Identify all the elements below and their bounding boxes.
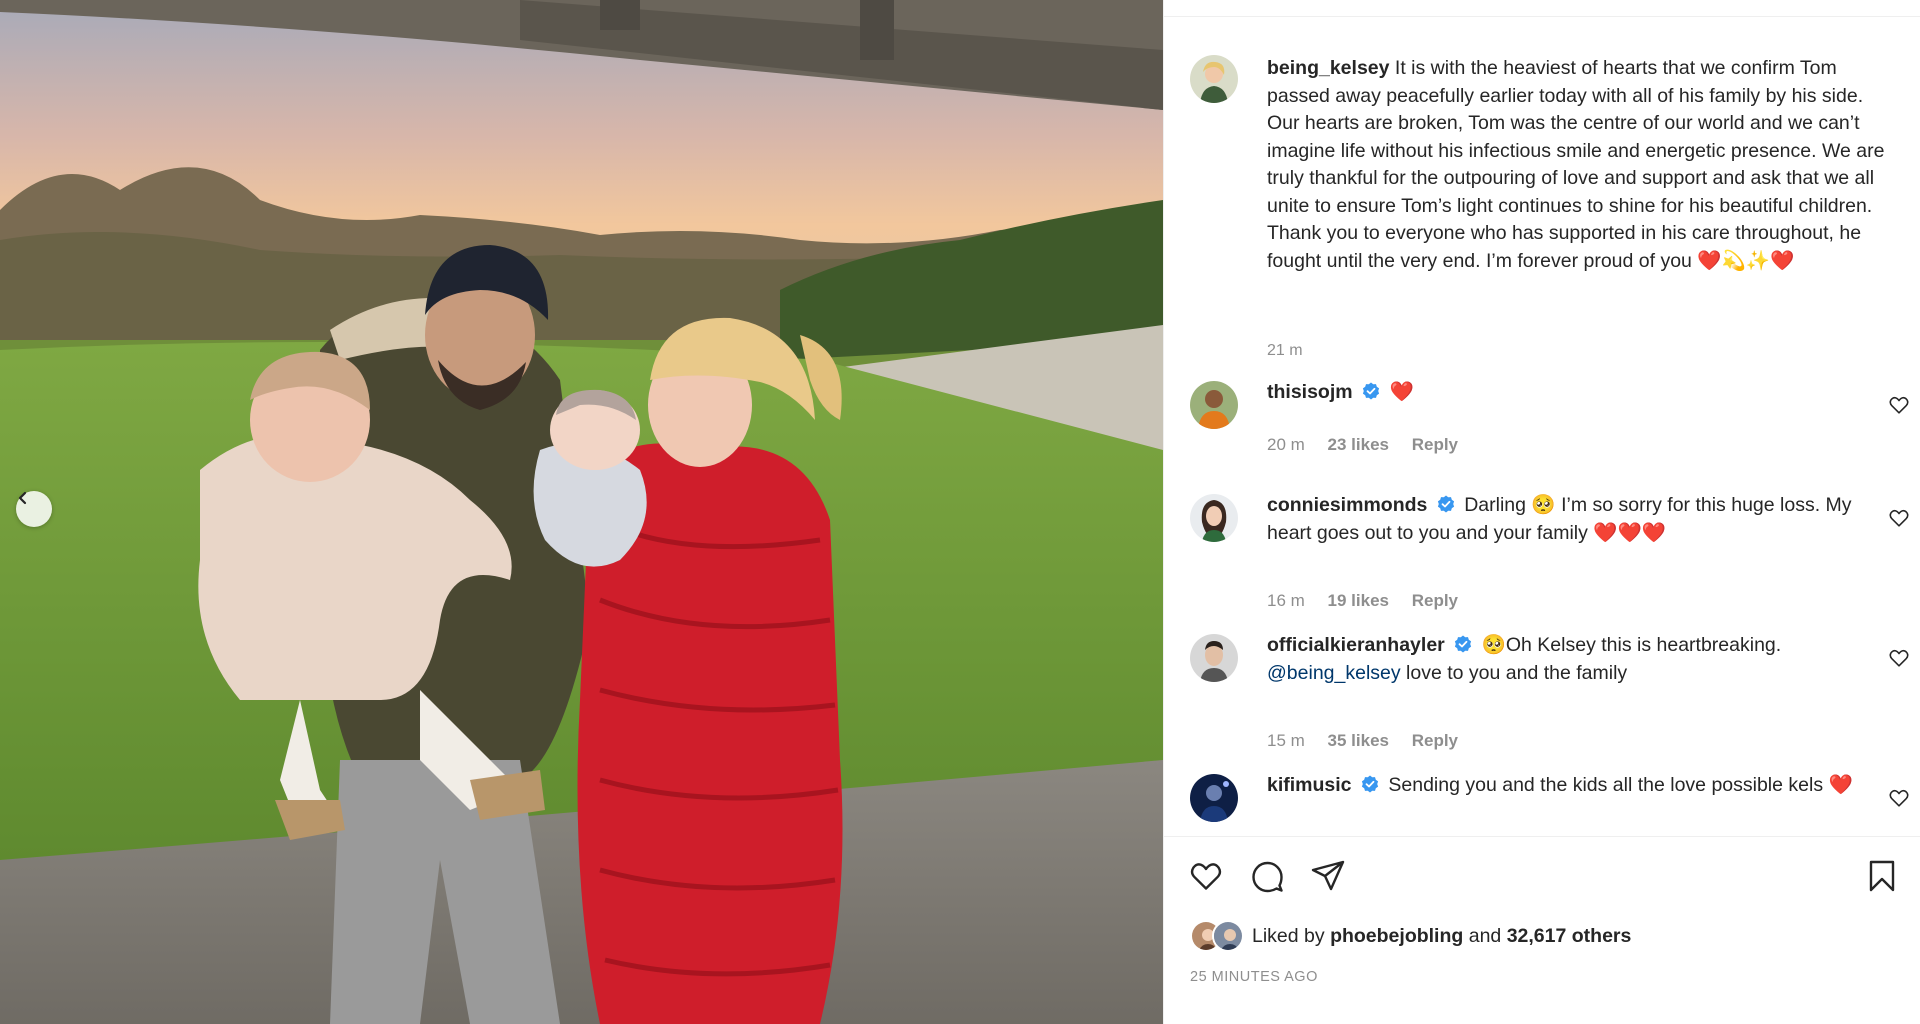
- comment-time[interactable]: 16 m: [1267, 591, 1305, 610]
- caption-username[interactable]: being_kelsey: [1267, 57, 1389, 79]
- post-timestamp[interactable]: 25 MINUTES AGO: [1190, 969, 1318, 985]
- comment-username[interactable]: officialkieranhayler: [1267, 634, 1445, 656]
- avatar[interactable]: [1190, 55, 1238, 103]
- caption-body: It is with the heaviest of hearts that w…: [1267, 57, 1885, 272]
- verified-icon: [1362, 382, 1380, 400]
- heart-icon[interactable]: [1888, 787, 1910, 809]
- avatar[interactable]: [1190, 494, 1238, 542]
- comment-time[interactable]: 20 m: [1267, 435, 1305, 454]
- liked-by-middle: and: [1468, 924, 1502, 947]
- comment-text: kifimusic Sending you and the kids all t…: [1267, 772, 1867, 800]
- comment-meta: 15 m 35 likes Reply: [1267, 731, 1476, 751]
- bookmark-icon[interactable]: [1864, 858, 1900, 894]
- share-icon[interactable]: [1310, 858, 1346, 894]
- liked-by-prefix: Liked by: [1252, 924, 1325, 947]
- comment-body: Sending you and the kids all the love po…: [1388, 774, 1853, 796]
- action-bar: [1164, 836, 1920, 916]
- comment-likes[interactable]: 19 likes: [1328, 591, 1389, 610]
- avatar[interactable]: [1212, 920, 1244, 952]
- verified-icon: [1455, 635, 1472, 653]
- photo-illustration: [0, 0, 1163, 1024]
- avatar[interactable]: [1190, 381, 1238, 429]
- reply-button[interactable]: Reply: [1412, 435, 1458, 454]
- instagram-post: being_kelsey It is with the heaviest of …: [0, 0, 1920, 1024]
- comment-meta: 16 m 19 likes Reply: [1267, 591, 1476, 611]
- carousel-prev-button[interactable]: [16, 491, 52, 527]
- heart-icon[interactable]: [1888, 647, 1910, 669]
- heart-icon[interactable]: [1888, 507, 1910, 529]
- caption-emoji: ❤️💫✨❤️: [1697, 249, 1795, 272]
- comment-username[interactable]: kifimusic: [1267, 774, 1352, 796]
- post-side-panel: being_kelsey It is with the heaviest of …: [1163, 0, 1920, 1024]
- avatar[interactable]: [1190, 634, 1238, 682]
- liked-by-text: Liked by phoebejobling and 32,617 others: [1252, 925, 1631, 948]
- comment-text: officialkieranhayler 🥺Oh Kelsey this is …: [1267, 632, 1867, 687]
- comment-likes[interactable]: 35 likes: [1328, 731, 1389, 750]
- comment-body: ❤️: [1389, 381, 1414, 403]
- liked-by-user[interactable]: phoebejobling: [1330, 925, 1463, 947]
- like-heart-icon[interactable]: [1188, 858, 1224, 894]
- comment-likes[interactable]: 23 likes: [1328, 435, 1389, 454]
- heart-icon[interactable]: [1888, 394, 1910, 416]
- verified-icon: [1361, 775, 1379, 793]
- comment-body-suffix: love to you and the family: [1406, 661, 1628, 684]
- comment-icon[interactable]: [1249, 858, 1285, 894]
- comment-username[interactable]: thisisojm: [1267, 381, 1353, 403]
- comment-text: thisisojm ❤️: [1267, 379, 1867, 407]
- comment-time[interactable]: 15 m: [1267, 731, 1305, 750]
- reply-button[interactable]: Reply: [1412, 591, 1458, 610]
- post-photo[interactable]: [0, 0, 1163, 1024]
- verified-icon: [1437, 495, 1454, 513]
- chevron-left-icon: [18, 491, 27, 505]
- reply-button[interactable]: Reply: [1412, 731, 1458, 750]
- liked-by: Liked by phoebejobling and 32,617 others: [1190, 920, 1631, 952]
- caption-text: being_kelsey It is with the heaviest of …: [1267, 55, 1897, 275]
- avatar[interactable]: [1190, 774, 1238, 822]
- comment-mention-link[interactable]: @being_kelsey: [1267, 662, 1401, 684]
- comment-username[interactable]: conniesimmonds: [1267, 494, 1427, 516]
- likes-count[interactable]: 32,617 others: [1507, 925, 1632, 947]
- comment-body: 🥺Oh Kelsey this is heartbreaking.: [1481, 634, 1782, 656]
- comments-list[interactable]: being_kelsey It is with the heaviest of …: [1164, 17, 1920, 836]
- caption-timestamp[interactable]: 21 m: [1267, 342, 1303, 360]
- comment-meta: 20 m 23 likes Reply: [1267, 435, 1476, 455]
- comment-text: conniesimmonds Darling 🥺 I’m so sorry fo…: [1267, 492, 1867, 547]
